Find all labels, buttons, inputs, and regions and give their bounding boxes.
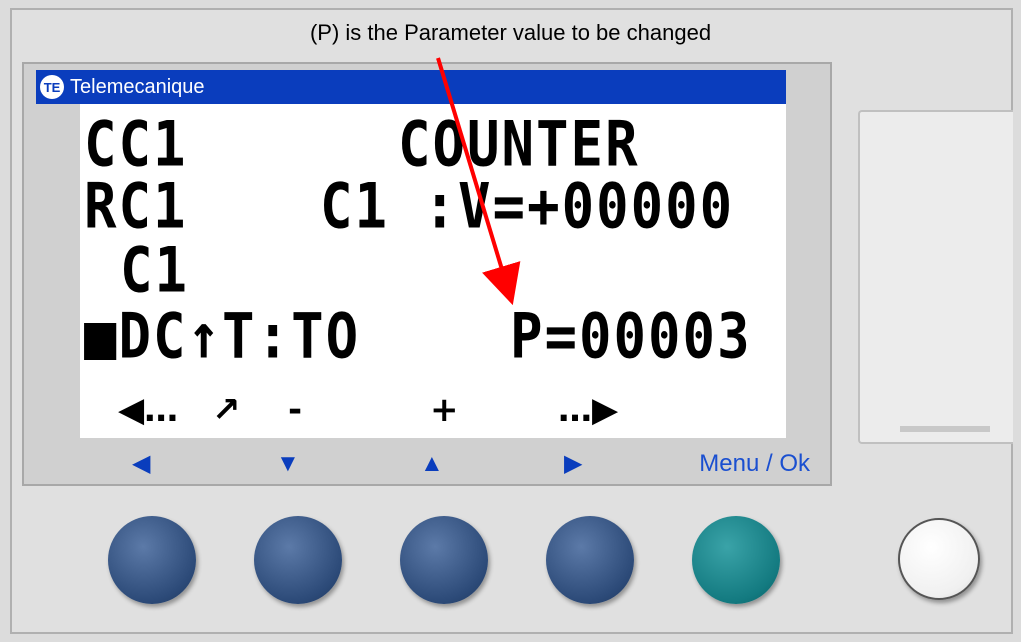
side-cover-slot	[900, 426, 990, 432]
softkey-left-icon: ◀…	[118, 390, 179, 430]
nav-left-icon: ◀	[132, 450, 151, 477]
left-button[interactable]	[108, 516, 196, 604]
softkey-right-icon: …▶	[558, 390, 619, 430]
lcd-line3-left: C1	[120, 234, 190, 307]
brand-name: Telemecanique	[70, 75, 205, 98]
nav-up-icon: ▲	[420, 450, 444, 477]
lcd-line4-right-parameter: P=00003	[510, 300, 752, 373]
telemecanique-logo-icon: TE	[40, 75, 64, 99]
right-button[interactable]	[546, 516, 634, 604]
nav-down-icon: ▼	[276, 450, 300, 477]
nav-right-icon: ▶	[564, 450, 583, 477]
brand-bar: TE Telemecanique	[36, 70, 786, 104]
escape-button[interactable]	[898, 518, 980, 600]
up-button[interactable]	[400, 516, 488, 604]
annotation-caption: (P) is the Parameter value to be changed	[309, 20, 712, 45]
lcd-line2-left: RC1	[84, 170, 188, 243]
softkey-labels: ◀… ↗ - + …▶	[80, 390, 786, 430]
lcd-line4-left: ■DC↑T:TO	[84, 300, 361, 373]
softkey-mode-icon: ↗	[212, 390, 241, 430]
menu-ok-button[interactable]	[692, 516, 780, 604]
softkey-minus: -	[288, 390, 303, 430]
menu-ok-label: Menu / Ok	[699, 450, 810, 477]
down-button[interactable]	[254, 516, 342, 604]
nav-labels: ◀ ▼ ▲ ▶ Menu / Ok	[80, 446, 810, 482]
lcd-display: CC1 COUNTER RC1 C1 :V=+00000 C1 ■DC↑T:TO…	[80, 104, 786, 438]
side-cover-panel	[858, 110, 1013, 444]
softkey-plus: +	[430, 390, 459, 430]
lcd-line2-right: C1 :V=+00000	[320, 170, 735, 243]
